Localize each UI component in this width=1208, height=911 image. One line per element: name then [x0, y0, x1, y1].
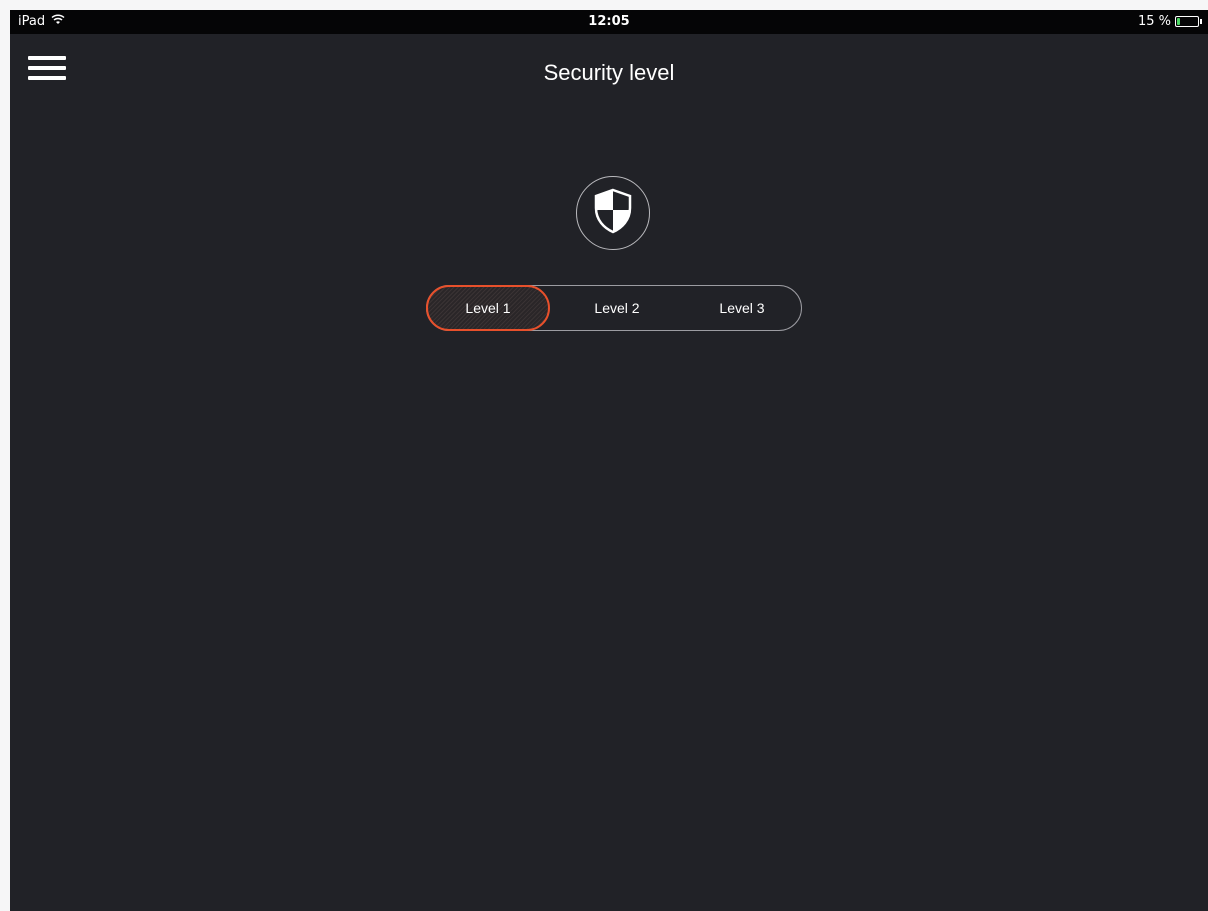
- battery-fill: [1177, 18, 1180, 25]
- level-3-label: Level 3: [719, 299, 765, 316]
- battery-percent: 15 %: [1137, 14, 1171, 29]
- level-2-option[interactable]: Level 2: [562, 286, 672, 329]
- app-screen: iPad 12:05 15 % Security level Level 1 L…: [10, 10, 1208, 911]
- status-time: 12:05: [588, 14, 630, 29]
- security-level-selector: Level 1 Level 2 Level 3: [426, 285, 802, 331]
- level-2-label: Level 2: [594, 299, 640, 316]
- shield-icon: [592, 188, 634, 238]
- level-1-option[interactable]: Level 1: [426, 285, 550, 331]
- level-1-label: Level 1: [465, 300, 511, 316]
- battery-icon: [1175, 16, 1199, 27]
- status-right: 15 %: [1138, 14, 1202, 29]
- page-title: Security level: [543, 60, 675, 85]
- status-bar: iPad 12:05 15 %: [10, 10, 1208, 34]
- battery-tip: [1200, 19, 1202, 24]
- shield-badge: [576, 176, 650, 250]
- level-3-option[interactable]: Level 3: [687, 286, 797, 329]
